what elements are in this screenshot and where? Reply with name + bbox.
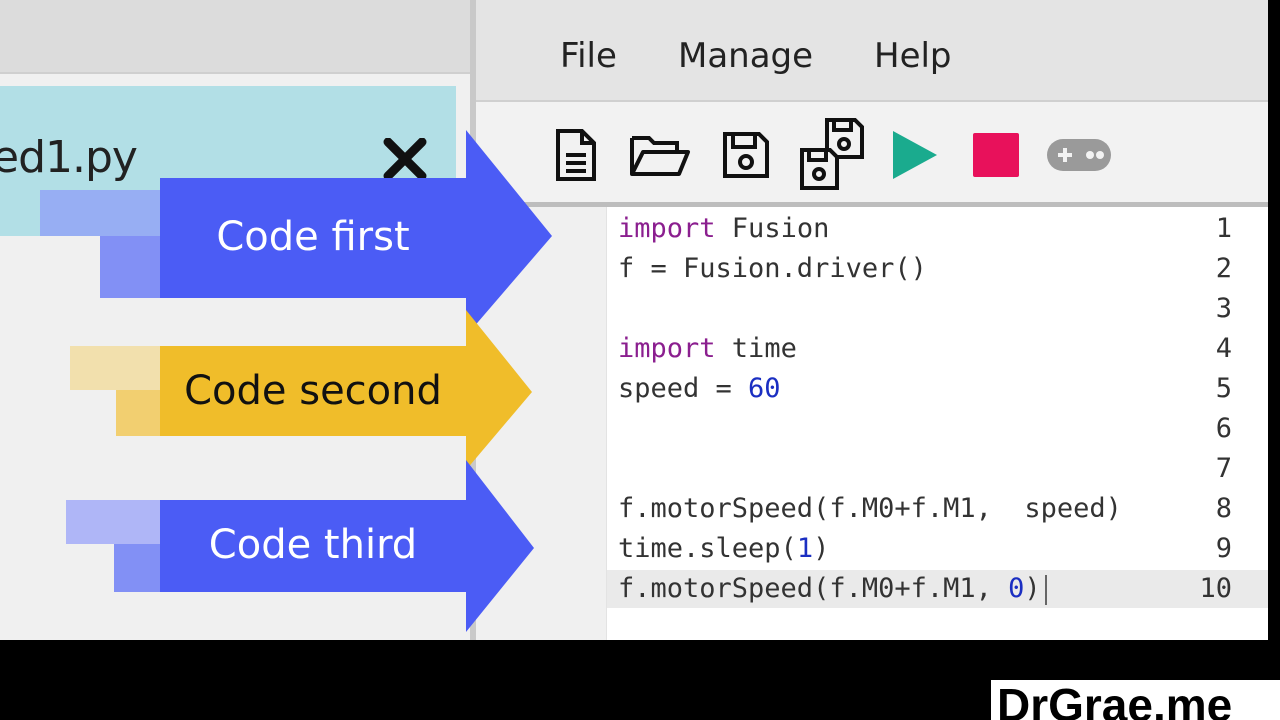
callout-shadow bbox=[100, 236, 162, 298]
callout-shadow bbox=[114, 544, 162, 592]
watermark: DrGrae.me bbox=[988, 677, 1280, 720]
callout-arrows bbox=[40, 130, 552, 632]
callout-shadow bbox=[116, 390, 162, 436]
callout-label-third: Code third bbox=[208, 522, 418, 568]
callout-label-second: Code second bbox=[184, 368, 442, 414]
callout-label-first: Code first bbox=[216, 214, 410, 260]
callout-shadow bbox=[70, 346, 162, 390]
callout-shadow bbox=[40, 190, 162, 236]
callout-shadow bbox=[66, 500, 162, 544]
watermark-text: DrGrae.me bbox=[997, 679, 1233, 720]
